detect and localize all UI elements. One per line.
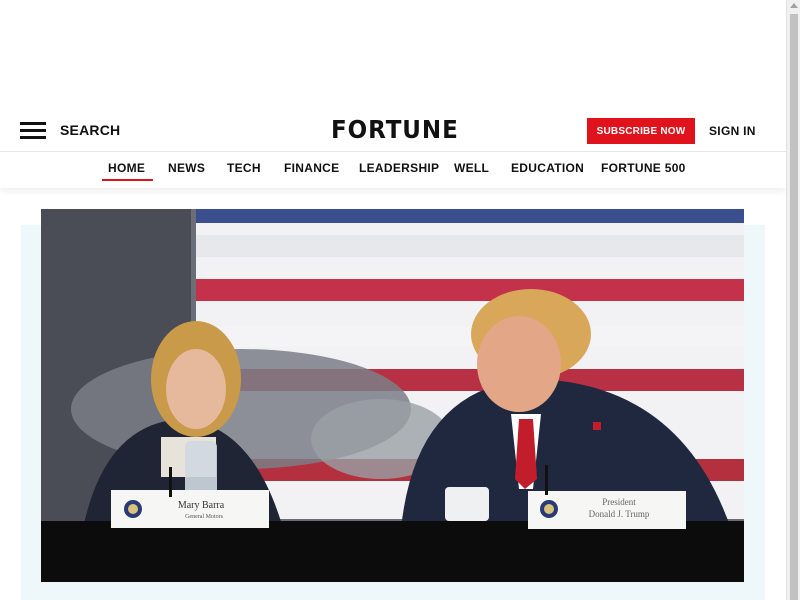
nameplate-left-name: Mary Barra [178,500,225,511]
nav-item-fortune-500[interactable]: FORTUNE 500 [601,161,686,175]
nav-item-tech[interactable]: TECH [227,161,261,175]
nameplate-right-title: President [602,497,636,507]
main-nav: HOME NEWS TECH FINANCE LEADERSHIP WELL E… [0,152,786,188]
fortune-logo[interactable]: FORTUNE [331,115,459,144]
scrollbar-thumb[interactable] [790,14,798,600]
nav-item-leadership[interactable]: LEADERSHIP [359,161,439,175]
ad-space [0,0,786,105]
site-header: SEARCH FORTUNE SUBSCRIBE NOW SIGN IN [0,105,786,152]
nav-item-news[interactable]: NEWS [168,161,205,175]
subscribe-button[interactable]: SUBSCRIBE NOW [587,118,695,144]
nav-item-education[interactable]: EDUCATION [511,161,584,175]
hero-image[interactable]: Mary Barra General Motors President Dona… [41,209,744,582]
scroll-up-arrow-icon[interactable] [790,3,798,8]
nameplate-left-org: General Motors [185,514,223,520]
nav-item-well[interactable]: WELL [454,161,489,175]
nav-item-finance[interactable]: FINANCE [284,161,339,175]
vertical-scrollbar[interactable] [786,0,800,600]
nameplate-right-name: Donald J. Trump [589,509,650,519]
nav-item-home[interactable]: HOME [101,161,154,181]
hamburger-menu-icon[interactable] [20,122,46,140]
search-link[interactable]: SEARCH [60,122,120,138]
sign-in-link[interactable]: SIGN IN [709,124,756,138]
